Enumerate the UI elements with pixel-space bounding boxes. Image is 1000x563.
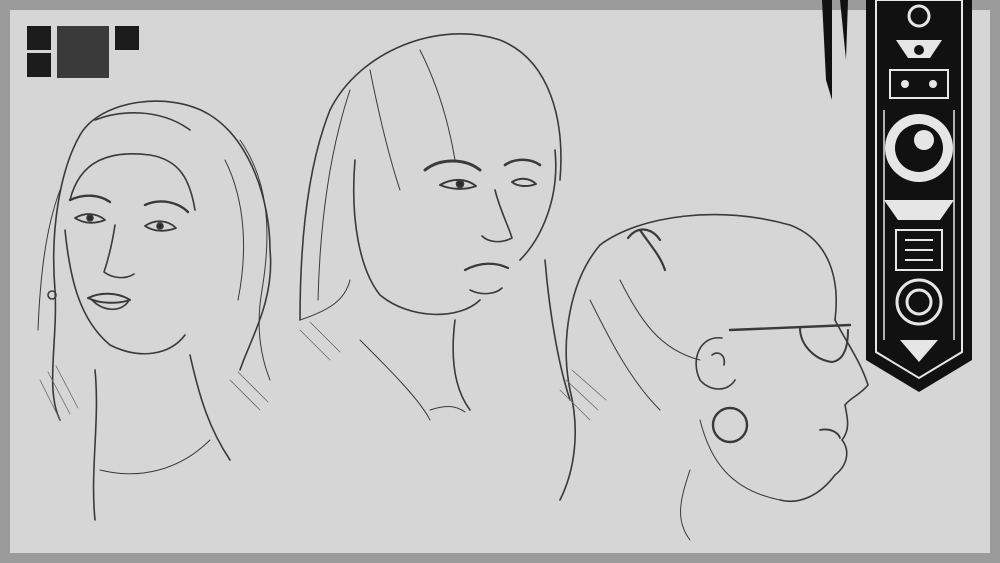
portrait-woman-left xyxy=(37,100,272,521)
portrait-woman-right xyxy=(559,213,869,541)
portrait-woman-middle xyxy=(299,33,571,421)
ornamental-banner-icon xyxy=(822,0,972,392)
sketch-drawing xyxy=(37,0,972,541)
sketch-hatching xyxy=(39,321,607,421)
